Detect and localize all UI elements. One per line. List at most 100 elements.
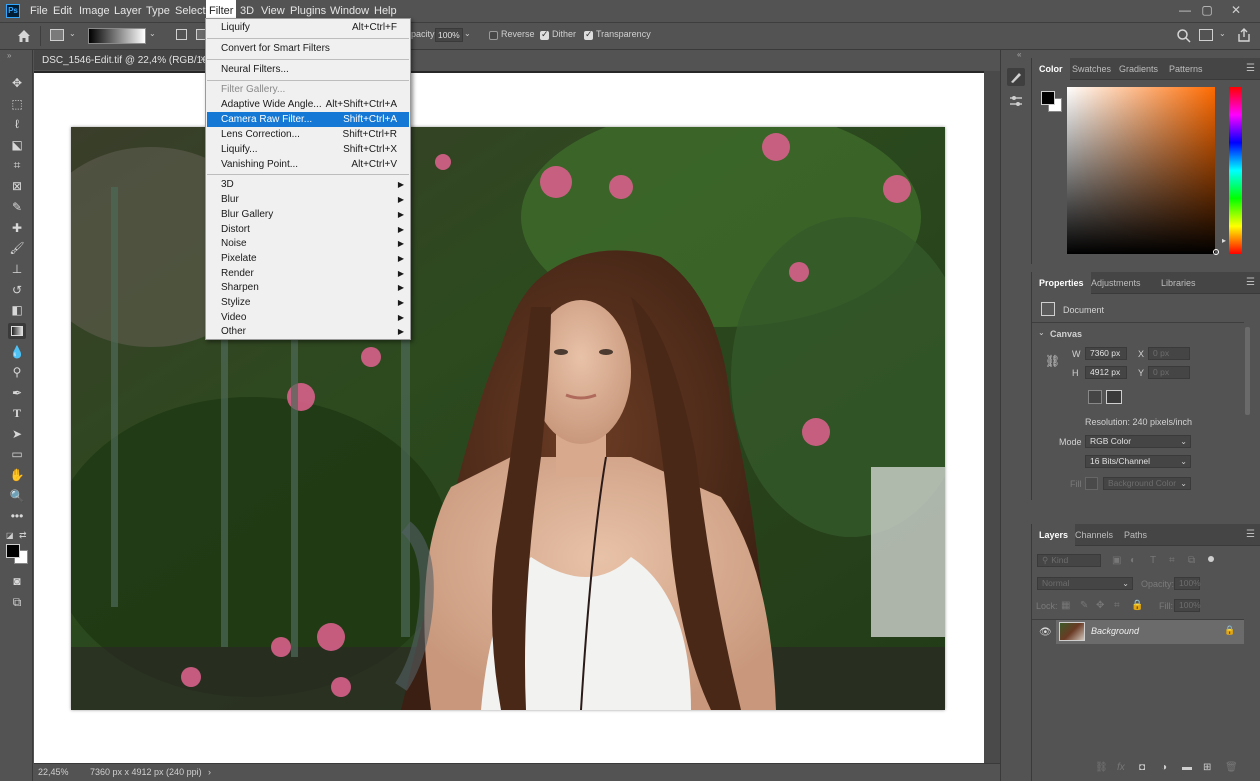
menu-layer[interactable]: Layer	[111, 0, 145, 23]
filter-pixel-icon[interactable]: ▣	[1112, 555, 1121, 566]
menu-item-liquify-dialog[interactable]: Liquify... Shift+Ctrl+X	[207, 142, 409, 157]
menu-image[interactable]: Image	[76, 0, 113, 23]
mask-icon[interactable]: ◘	[1139, 762, 1145, 773]
opacity-field[interactable]: 100%	[435, 28, 463, 42]
menu-item-3d[interactable]: 3D ▶	[207, 177, 409, 192]
landscape-orientation-icon[interactable]	[1106, 390, 1122, 404]
menu-item-render[interactable]: Render ▶	[207, 266, 409, 281]
more-tools-icon[interactable]: •••	[8, 508, 26, 524]
close-window-button[interactable]: ✕	[1227, 2, 1245, 18]
tab-paths[interactable]: Paths	[1117, 524, 1154, 546]
tab-libraries[interactable]: Libraries	[1154, 272, 1203, 294]
filter-type-icon[interactable]: T	[1150, 555, 1156, 566]
marquee-tool-icon[interactable]: ⬚	[8, 96, 26, 112]
properties-scrollbar[interactable]	[1245, 327, 1250, 415]
menu-item-neural-filters[interactable]: Neural Filters...	[207, 62, 409, 77]
canvas-scrollbar[interactable]	[984, 71, 1000, 763]
chevron-down-icon[interactable]: ⌄	[69, 29, 76, 38]
filter-smart-object-icon[interactable]: ⧉	[1188, 555, 1195, 566]
healing-brush-tool-icon[interactable]: ✚	[8, 220, 26, 236]
brushes-panel-icon[interactable]	[1007, 68, 1025, 86]
zoom-tool-icon[interactable]: 🔍	[8, 488, 26, 504]
hue-slider[interactable]	[1229, 87, 1242, 254]
hue-slider-handle[interactable]: ▸	[1222, 236, 1226, 245]
foreground-color-swatch[interactable]	[6, 544, 20, 558]
menu-item-distort[interactable]: Distort ▶	[207, 222, 409, 237]
move-tool-icon[interactable]: ✥	[8, 75, 26, 91]
default-colors-icon[interactable]: ◪	[6, 531, 14, 540]
zoom-level[interactable]: 22,45%	[38, 767, 69, 777]
chevron-down-icon[interactable]: ⌄	[1219, 29, 1226, 38]
layer-name[interactable]: Background	[1091, 626, 1139, 636]
menu-item-sharpen[interactable]: Sharpen ▶	[207, 280, 409, 295]
menu-file[interactable]: File	[27, 0, 51, 23]
object-selection-tool-icon[interactable]: ⬕	[8, 137, 26, 153]
chevron-down-icon[interactable]: ⌄	[149, 29, 156, 38]
tab-properties[interactable]: Properties	[1032, 272, 1091, 294]
rectangle-tool-icon[interactable]: ▭	[8, 446, 26, 462]
tab-swatches[interactable]: Swatches	[1065, 58, 1118, 80]
chevron-down-icon[interactable]: ⌄	[1038, 328, 1045, 337]
menu-item-lens-correction[interactable]: Lens Correction... Shift+Ctrl+R	[207, 127, 409, 142]
link-icon[interactable]: ⛓	[1095, 762, 1108, 773]
trash-icon[interactable]: 🗑	[1225, 762, 1238, 773]
adjustments-panel-icon[interactable]	[1007, 92, 1025, 110]
layer-lock-icon[interactable]: 🔒	[1224, 625, 1235, 636]
minimize-button[interactable]: —	[1176, 2, 1194, 18]
mode-dropdown[interactable]: RGB Color ⌄	[1085, 435, 1191, 448]
lock-position-icon[interactable]: ✥	[1096, 600, 1104, 611]
document-tab[interactable]: DSC_1546-Edit.tif @ 22,4% (RGB/16*) ×	[34, 50, 215, 70]
portrait-orientation-icon[interactable]	[1088, 390, 1102, 404]
tab-adjustments[interactable]: Adjustments	[1084, 272, 1148, 294]
fx-icon[interactable]: fx	[1117, 762, 1125, 773]
menu-item-camera-raw-filter[interactable]: Camera Raw Filter... Shift+Ctrl+A	[207, 112, 409, 127]
history-brush-tool-icon[interactable]: ↺	[8, 282, 26, 298]
reverse-checkbox[interactable]	[489, 31, 498, 40]
lasso-tool-icon[interactable]: ℓ	[8, 116, 26, 132]
menu-type[interactable]: Type	[143, 0, 173, 23]
brush-tool-icon[interactable]: 🖌	[8, 240, 26, 256]
clone-stamp-tool-icon[interactable]: ⊥	[8, 261, 26, 277]
menu-item-adaptive-wide-angle[interactable]: Adaptive Wide Angle... Alt+Shift+Ctrl+A	[207, 97, 409, 112]
menu-item-blur-gallery[interactable]: Blur Gallery ▶	[207, 207, 409, 222]
panel-menu-icon[interactable]: ☰	[1246, 277, 1255, 288]
new-layer-icon[interactable]: ⊞	[1203, 762, 1211, 773]
dither-checkbox[interactable]	[540, 29, 549, 40]
collapse-icon[interactable]: »	[7, 51, 11, 60]
filter-adjustment-icon[interactable]: ◐	[1130, 555, 1136, 566]
y-field[interactable]: 0 px	[1148, 366, 1190, 379]
linear-gradient-icon[interactable]	[176, 29, 187, 40]
hand-tool-icon[interactable]: ✋	[8, 467, 26, 483]
menu-item-pixelate[interactable]: Pixelate ▶	[207, 251, 409, 266]
panel-menu-icon[interactable]: ☰	[1246, 529, 1255, 540]
tab-channels[interactable]: Channels	[1068, 524, 1120, 546]
eye-icon[interactable]: 👁	[1039, 627, 1052, 638]
document-photo[interactable]	[71, 127, 945, 710]
dodge-tool-icon[interactable]: ⚲	[8, 364, 26, 380]
tab-gradients[interactable]: Gradients	[1112, 58, 1165, 80]
status-menu-arrow[interactable]: ›	[208, 767, 211, 777]
lock-transparent-icon[interactable]: ▦	[1061, 600, 1070, 611]
height-field[interactable]: 4912 px	[1085, 366, 1127, 379]
type-tool-icon[interactable]: T	[8, 405, 26, 421]
color-field[interactable]	[1067, 87, 1215, 254]
menu-item-liquify[interactable]: Liquify Alt+Ctrl+F	[207, 20, 409, 35]
width-field[interactable]: 7360 px	[1085, 347, 1127, 360]
share-icon[interactable]	[1236, 27, 1252, 43]
frame-tool-icon[interactable]: ⊠	[8, 178, 26, 194]
eraser-tool-icon[interactable]: ◧	[8, 302, 26, 318]
filter-toggle-icon[interactable]	[1208, 556, 1214, 562]
blend-mode-dropdown[interactable]: Normal ⌄	[1037, 577, 1133, 590]
menu-item-stylize[interactable]: Stylize ▶	[207, 295, 409, 310]
quick-mask-icon[interactable]: ◙	[8, 573, 26, 589]
foreground-color-chip[interactable]	[1041, 91, 1055, 105]
workspace-icon[interactable]	[1199, 29, 1213, 41]
path-selection-tool-icon[interactable]: ➤	[8, 426, 26, 442]
gradient-tool-icon[interactable]	[8, 323, 26, 339]
maximize-button[interactable]: ▢	[1198, 2, 1216, 18]
screen-mode-icon[interactable]: ⧉	[8, 594, 26, 610]
layer-opacity-field[interactable]: 100%	[1174, 577, 1201, 590]
collapse-icon[interactable]: «	[1017, 50, 1021, 59]
menu-edit[interactable]: Edit	[50, 0, 75, 23]
adjustment-icon[interactable]: ◑	[1161, 762, 1167, 773]
